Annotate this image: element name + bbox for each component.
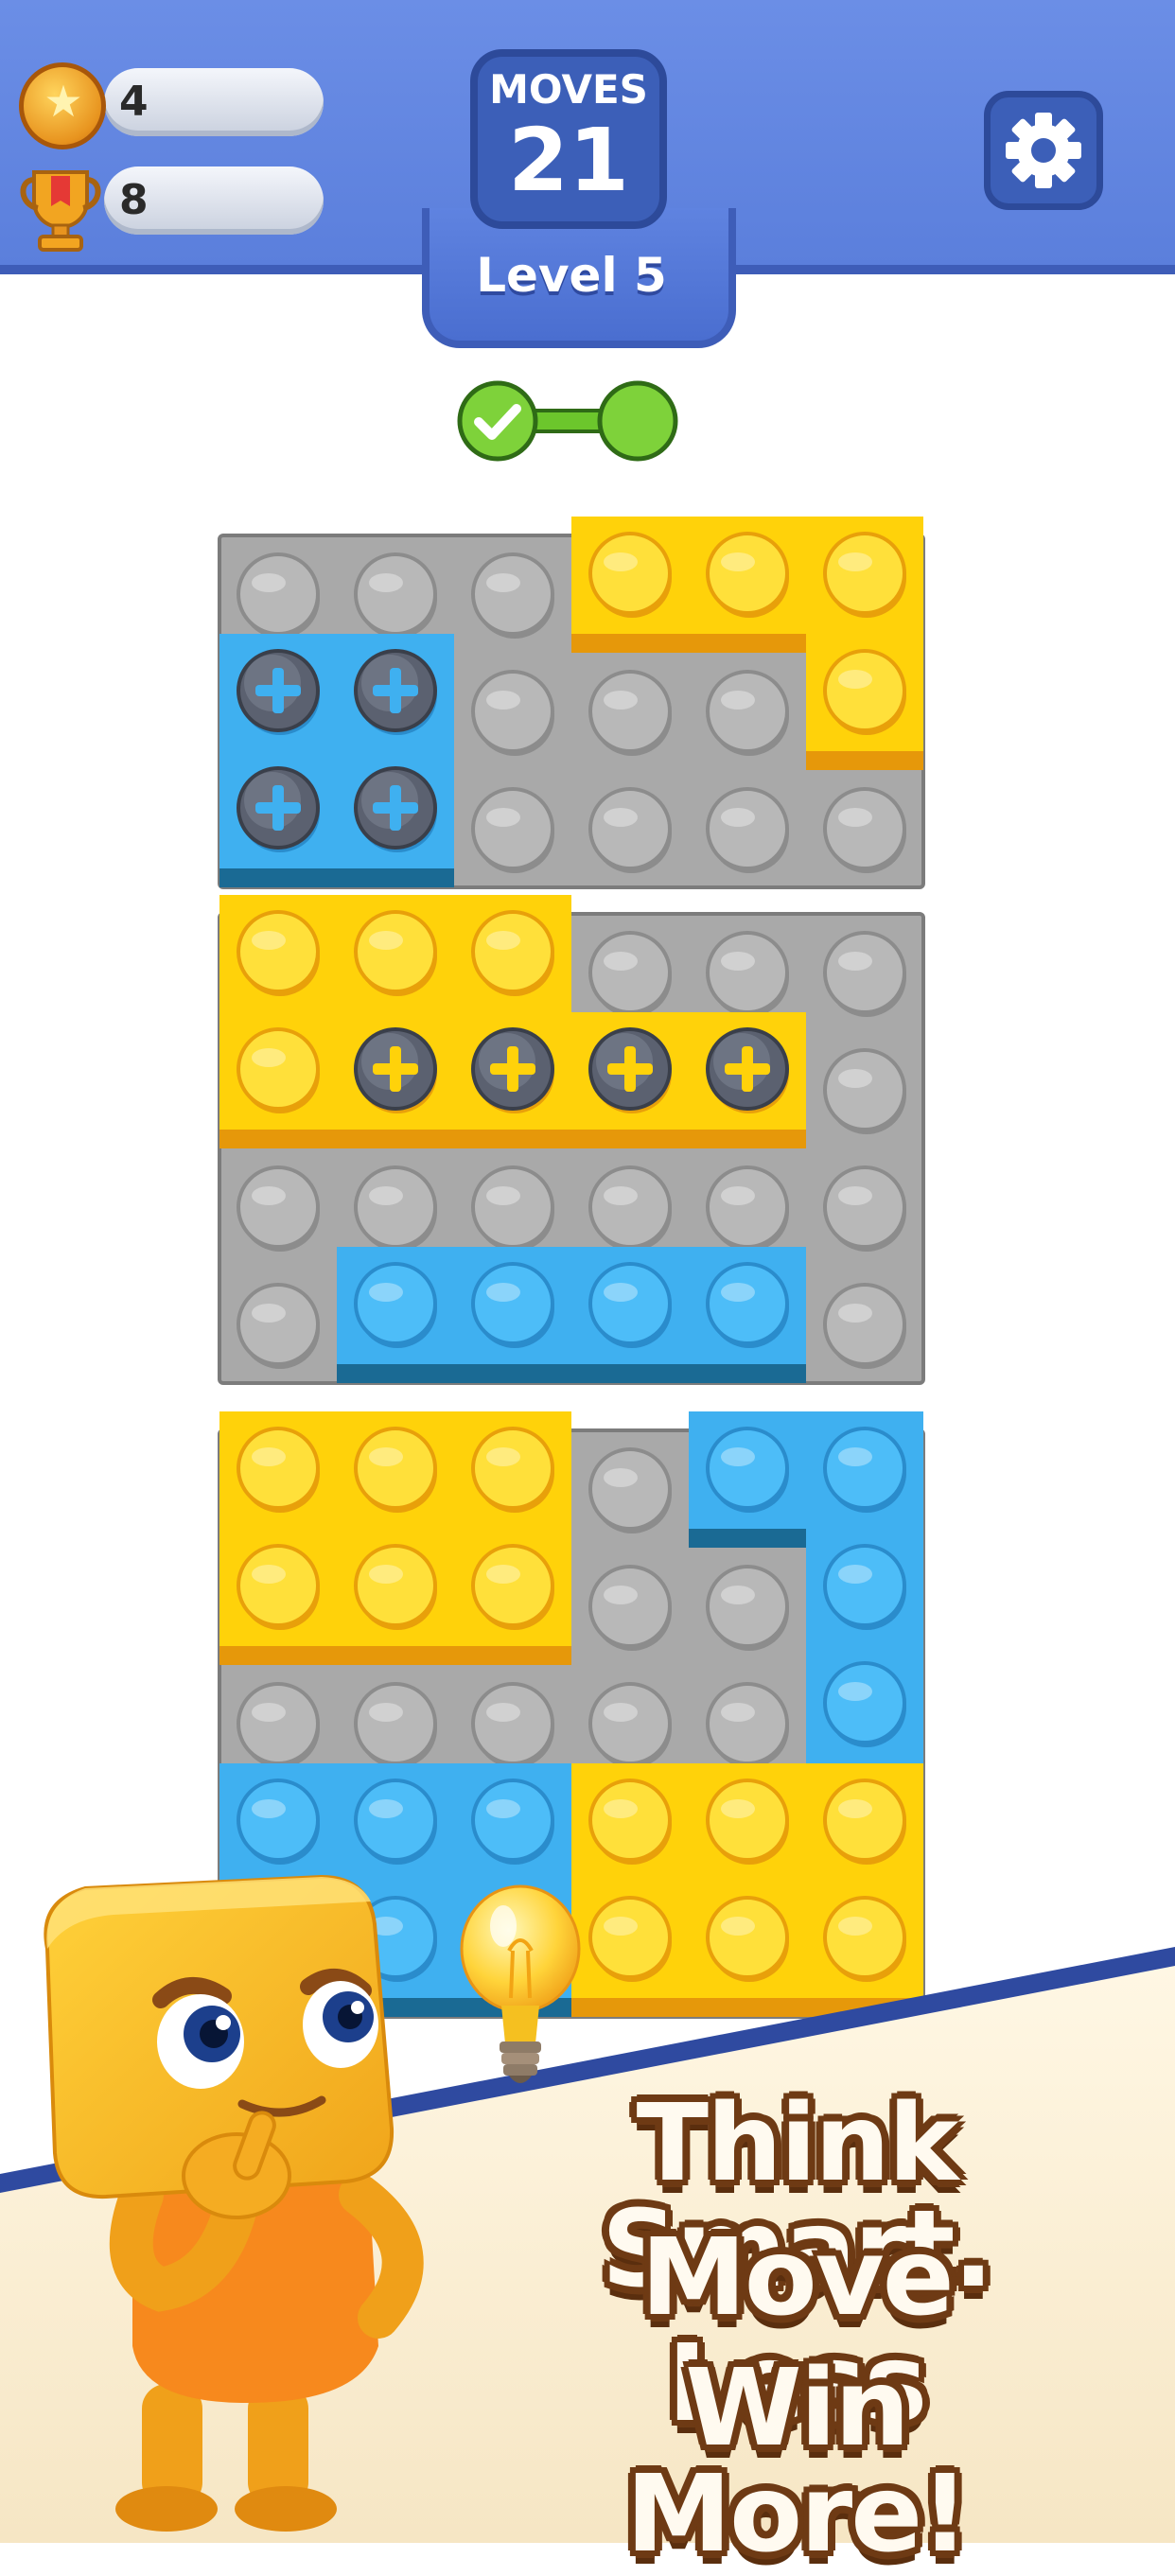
slogan-line-3: Win More! <box>625 2347 970 2576</box>
lightbulb-icon <box>460 1884 581 2083</box>
